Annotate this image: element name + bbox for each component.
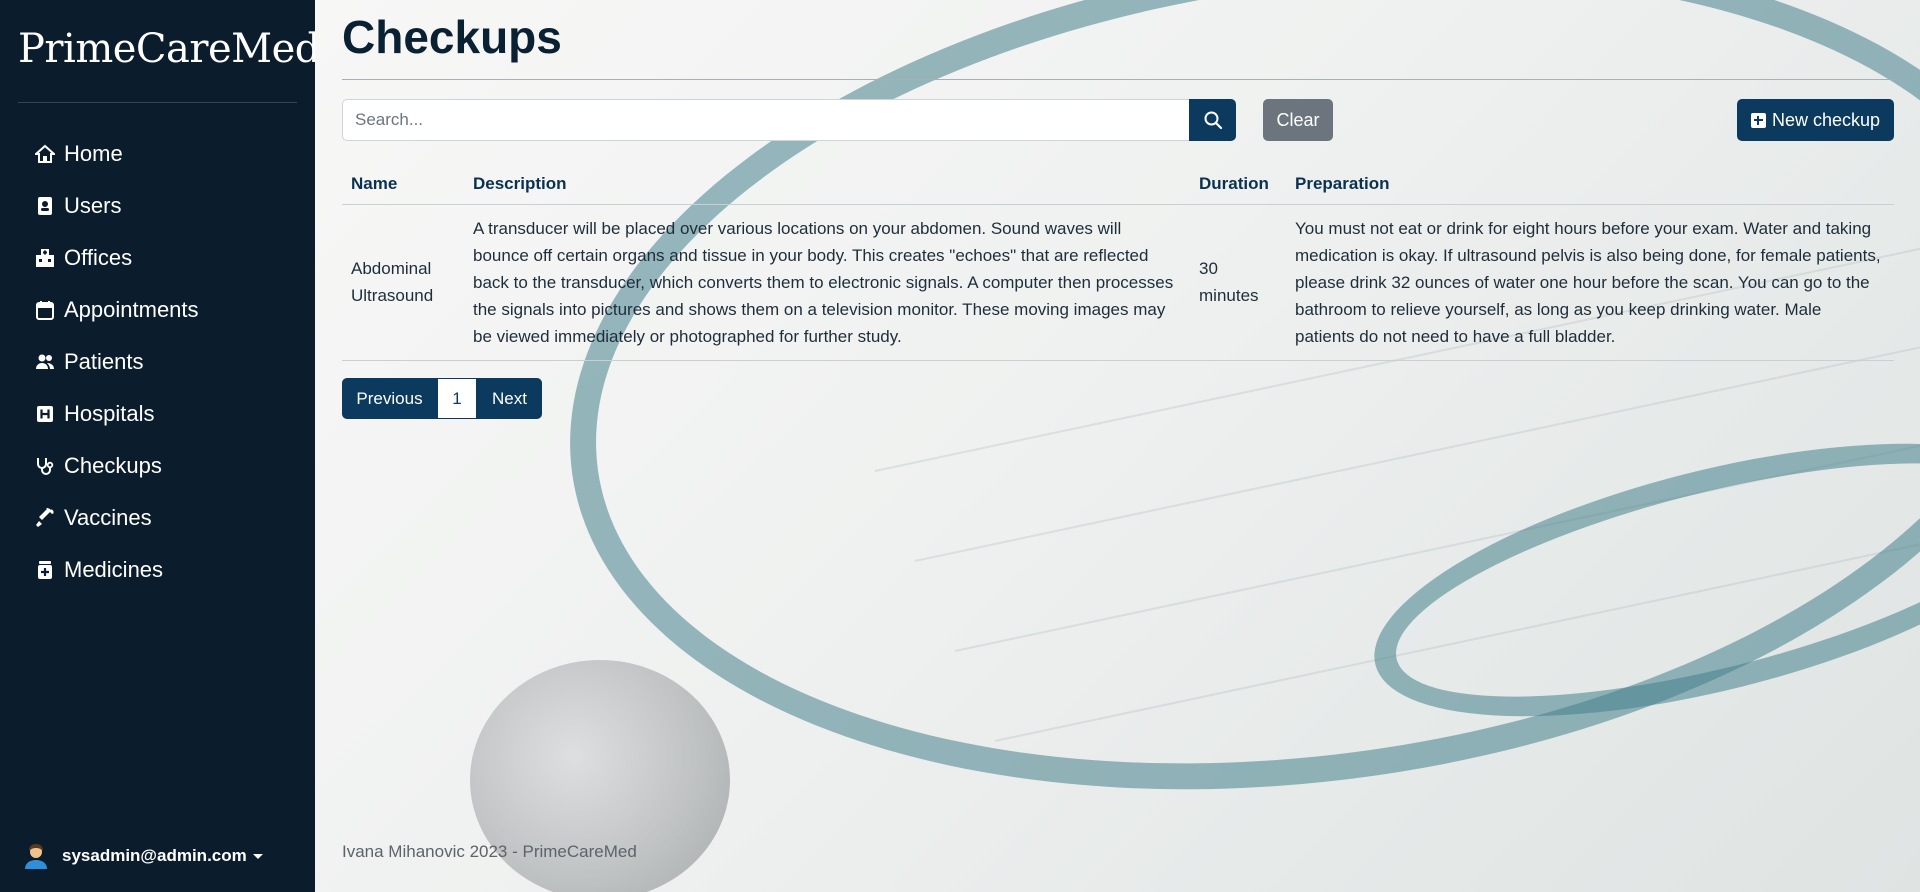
title-divider: [342, 79, 1894, 80]
calendar-icon: [34, 299, 56, 321]
syringe-icon: [34, 507, 56, 529]
cell-description: A transducer will be placed over various…: [464, 204, 1190, 361]
sidebar-divider: [18, 102, 297, 103]
search-icon: [1204, 111, 1222, 130]
sidebar-item-checkups[interactable]: Checkups: [34, 440, 199, 492]
user-avatar-icon: [25, 844, 47, 869]
sidebar-item-home[interactable]: Home: [34, 128, 199, 180]
user-menu[interactable]: sysadmin@admin.com: [22, 842, 263, 870]
sidebar-item-hospitals[interactable]: Hospitals: [34, 388, 199, 440]
sidebar-item-medicines[interactable]: Medicines: [34, 544, 199, 596]
stethoscope-icon: [34, 455, 56, 477]
sidebar-item-vaccines[interactable]: Vaccines: [34, 492, 199, 544]
id-badge-icon: [34, 195, 56, 217]
sidebar-item-label: Home: [64, 141, 123, 166]
sidebar-nav: Home Users Offices Appointments Patients…: [34, 128, 199, 596]
sidebar-item-label: Users: [64, 193, 122, 218]
sidebar-item-users[interactable]: Users: [34, 180, 199, 232]
user-email: sysadmin@admin.com: [62, 846, 247, 865]
column-header-description[interactable]: Description: [464, 164, 1190, 205]
sidebar-item-label: Vaccines: [64, 505, 152, 530]
brand-logo[interactable]: PrimeCareMed: [18, 26, 320, 72]
cell-duration: 30 minutes: [1190, 204, 1286, 361]
column-header-preparation[interactable]: Preparation: [1286, 164, 1894, 205]
column-header-name[interactable]: Name: [342, 164, 464, 205]
new-checkup-label: New checkup: [1771, 109, 1881, 130]
hospital-building-icon: [34, 247, 56, 269]
column-header-duration[interactable]: Duration: [1190, 164, 1286, 205]
pagination: Previous 1 Next: [342, 378, 542, 419]
search-button[interactable]: [1189, 99, 1236, 141]
sidebar-item-label: Medicines: [64, 557, 164, 582]
sidebar-item-label: Appointments: [64, 297, 199, 322]
sidebar: PrimeCareMed Home Users Offices Appointm…: [0, 0, 320, 892]
clear-button[interactable]: Clear: [1263, 99, 1333, 141]
table-row[interactable]: Abdominal Ultrasound A transducer will b…: [342, 204, 1894, 361]
hospital-h-icon: [34, 403, 56, 425]
home-icon: [34, 143, 56, 165]
previous-page-button[interactable]: Previous: [342, 378, 437, 419]
sidebar-item-patients[interactable]: Patients: [34, 336, 199, 388]
cell-preparation: You must not eat or drink for eight hour…: [1286, 204, 1894, 361]
search-bar: [342, 99, 1236, 141]
cell-name: Abdominal Ultrasound: [342, 204, 464, 361]
page-title: Checkups: [342, 11, 562, 63]
sidebar-item-label: Offices: [64, 245, 133, 270]
new-checkup-button[interactable]: New checkup: [1737, 99, 1894, 141]
footer-text: Ivana Mihanovic 2023 - PrimeCareMed: [342, 842, 637, 861]
checkups-table: Name Description Duration Preparation Ab…: [342, 164, 1894, 361]
plus-square-icon: [1750, 112, 1766, 128]
sidebar-item-appointments[interactable]: Appointments: [34, 284, 199, 336]
page-number-button[interactable]: 1: [437, 378, 477, 419]
sidebar-item-label: Hospitals: [64, 401, 155, 426]
main-content: Checkups Clear New checkup Name Descript…: [315, 0, 1920, 892]
people-icon: [34, 351, 56, 373]
sidebar-item-label: Patients: [64, 349, 144, 374]
sidebar-item-label: Checkups: [64, 453, 162, 478]
sidebar-item-offices[interactable]: Offices: [34, 232, 199, 284]
search-input[interactable]: [342, 99, 1189, 141]
chevron-down-icon: [252, 853, 263, 859]
next-page-button[interactable]: Next: [477, 378, 542, 419]
medicine-bottle-icon: [34, 559, 56, 581]
table-header-row: Name Description Duration Preparation: [342, 164, 1894, 205]
